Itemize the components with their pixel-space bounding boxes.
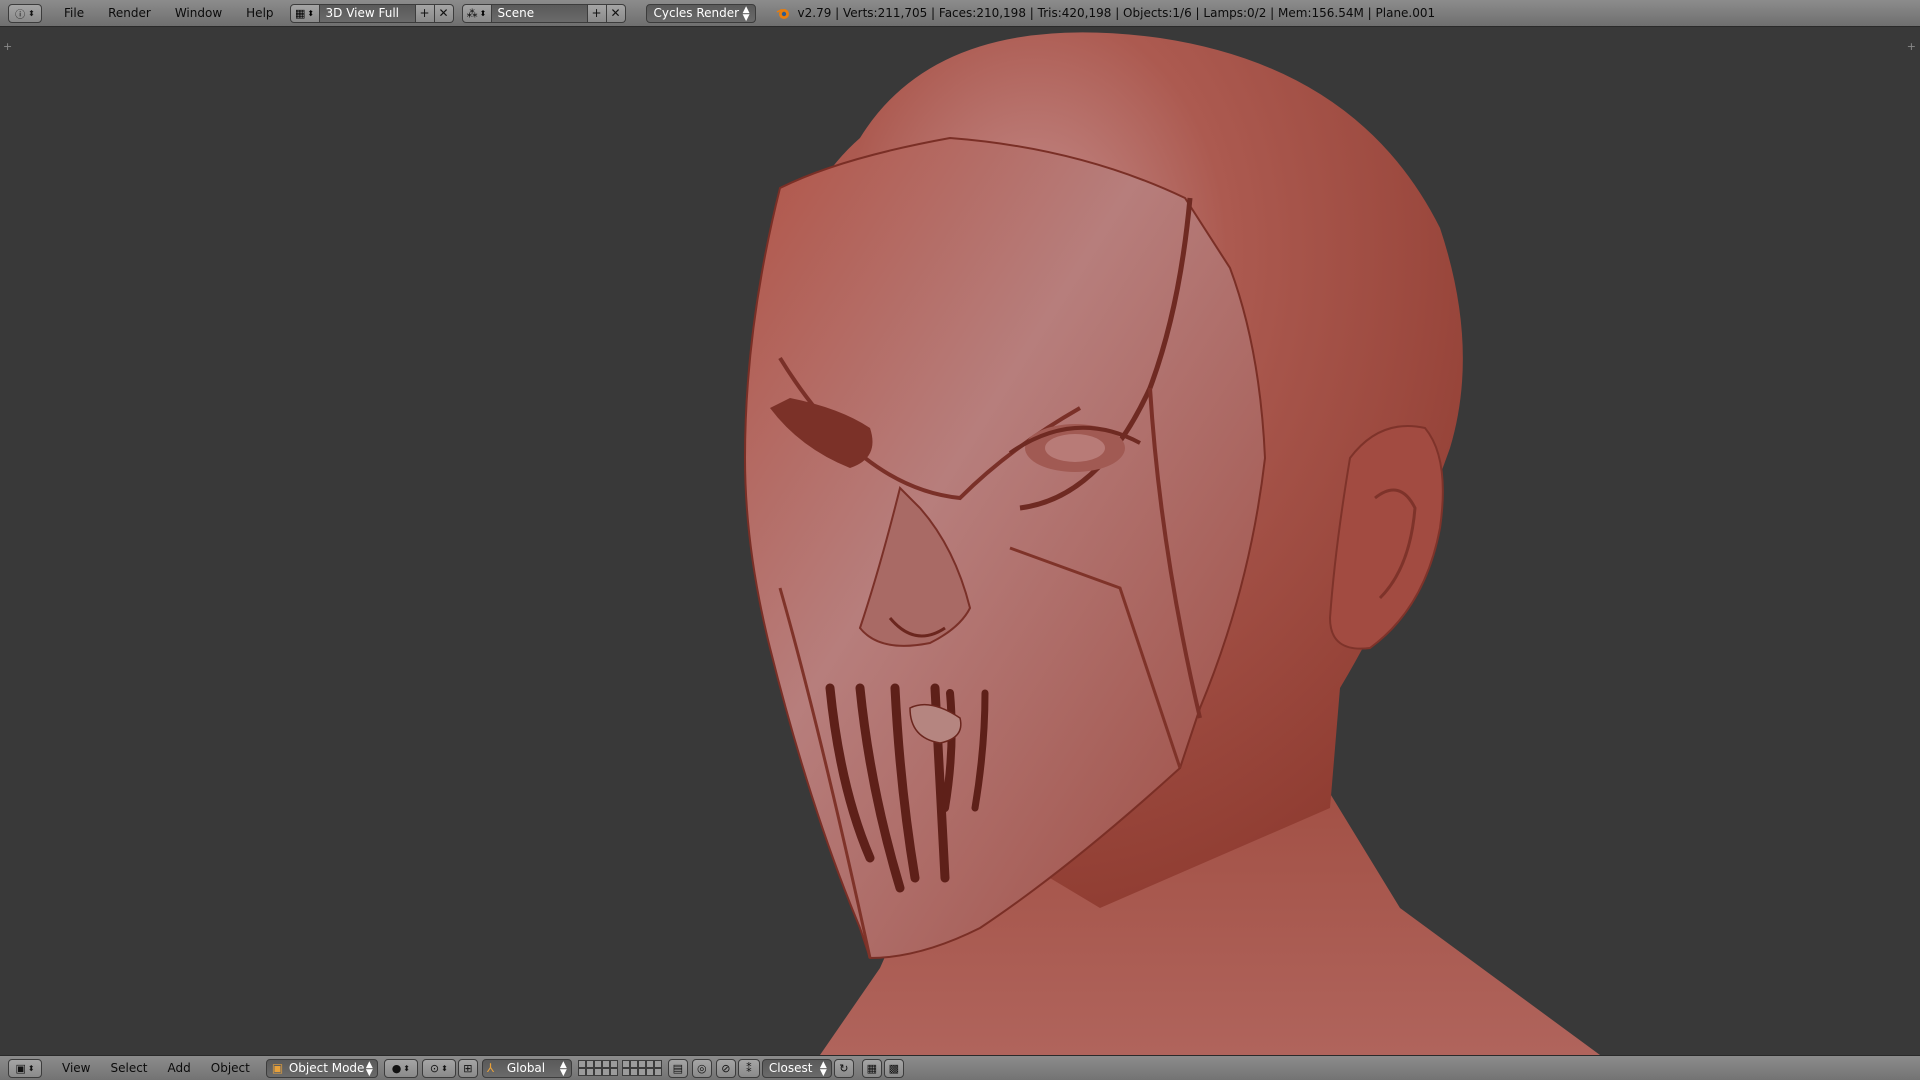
transform-orientation-label: Global (506, 1060, 546, 1075)
transform-orientation-select[interactable]: ⅄ Global ▲ ▼ (481, 1058, 572, 1078)
3d-view-editor-icon: ▣ (15, 1061, 26, 1075)
3d-view-header: ▣ ⬍ View Select Add Object ▣ Object Mode… (0, 1055, 1920, 1080)
proportional-edit-icon[interactable]: ◎ (691, 1058, 712, 1078)
3d-view-editor-type-button[interactable]: ▣ ⬍ (8, 1058, 42, 1078)
sculpted-head-mesh (743, 32, 1600, 1055)
scene-icon[interactable]: ⁂ ⬍ (461, 3, 492, 23)
menu-add[interactable]: Add (158, 1061, 201, 1075)
scene-field[interactable]: Scene (491, 3, 588, 23)
layers-icon[interactable] (577, 1060, 662, 1076)
menu-help[interactable]: Help (234, 6, 285, 20)
render-engine-label: Cycles Render (653, 5, 740, 20)
close-icon[interactable]: ✕ (434, 3, 454, 23)
add-icon[interactable]: + (587, 3, 607, 23)
render-animation-icon[interactable]: ▩ (883, 1058, 904, 1078)
snap-target-label: Closest (768, 1060, 813, 1075)
interaction-mode-select[interactable]: ▣ Object Mode ▲ ▼ (265, 1058, 378, 1078)
info-header: ⓘ ⬍ File Render Window Help ▦ ⬍ 3D View F… (0, 0, 1920, 27)
add-icon[interactable]: + (415, 3, 435, 23)
3d-view-menu: View Select Add Object (52, 1061, 260, 1075)
interaction-mode-label: Object Mode (288, 1060, 365, 1075)
screen-layout-selector: ▦ ⬍ 3D View Full + ✕ (289, 3, 454, 23)
info-editor-icon: ⓘ (15, 9, 26, 21)
object-mode-icon: ▣ (271, 1060, 284, 1075)
render-preview-icon[interactable]: ▦ (861, 1058, 882, 1078)
transform-orientation-icon: ⅄ (486, 1060, 495, 1075)
snap-icon[interactable]: ⊘ (715, 1058, 736, 1078)
menu-window[interactable]: Window (163, 6, 234, 20)
chevron-updown-icon: ▲ ▼ (365, 1059, 373, 1078)
render-engine-select[interactable]: Cycles Render ▲ ▼ (645, 3, 756, 23)
manipulator-icon[interactable]: ⊞ (457, 1058, 478, 1078)
main-menu: File Render Window Help (52, 6, 286, 20)
screen-layout-icon[interactable]: ▦ ⬍ (289, 3, 320, 23)
snap-target-select[interactable]: Closest ▲ ▼ (761, 1058, 832, 1078)
3d-viewport[interactable]: + + (0, 28, 1920, 1055)
menu-file[interactable]: File (52, 6, 96, 20)
scene-selector: ⁂ ⬍ Scene + ✕ (461, 3, 626, 23)
snap-align-icon[interactable]: ↻ (833, 1058, 854, 1078)
chevron-updown-icon: ▲ ▼ (819, 1059, 827, 1078)
menu-object[interactable]: Object (201, 1061, 260, 1075)
chevron-updown-icon: ▲ ▼ (559, 1059, 567, 1078)
pivot-icon[interactable]: ⊙ ⬍ (421, 1058, 456, 1078)
screen-layout-field[interactable]: 3D View Full (319, 3, 416, 23)
menu-select[interactable]: Select (100, 1061, 157, 1075)
chevron-updown-icon: ▲ ▼ (742, 4, 750, 23)
chevron-updown-icon: ⬍ (27, 1063, 35, 1073)
viewport-shading-icon[interactable]: ● ⬍ (383, 1058, 418, 1078)
chevron-updown-icon: ⬍ (28, 8, 35, 18)
scene-statistics: v2.79 | Verts:211,705 | Faces:210,198 | … (797, 6, 1436, 20)
snap-element-icon[interactable]: ⁑ (737, 1058, 760, 1078)
blender-logo-icon (776, 6, 790, 20)
lock-camera-icon[interactable]: ▤ (667, 1058, 688, 1078)
menu-render[interactable]: Render (96, 6, 163, 20)
info-editor-type-button[interactable]: ⓘ ⬍ (8, 3, 42, 23)
menu-view[interactable]: View (52, 1061, 100, 1075)
close-icon[interactable]: ✕ (606, 3, 626, 23)
